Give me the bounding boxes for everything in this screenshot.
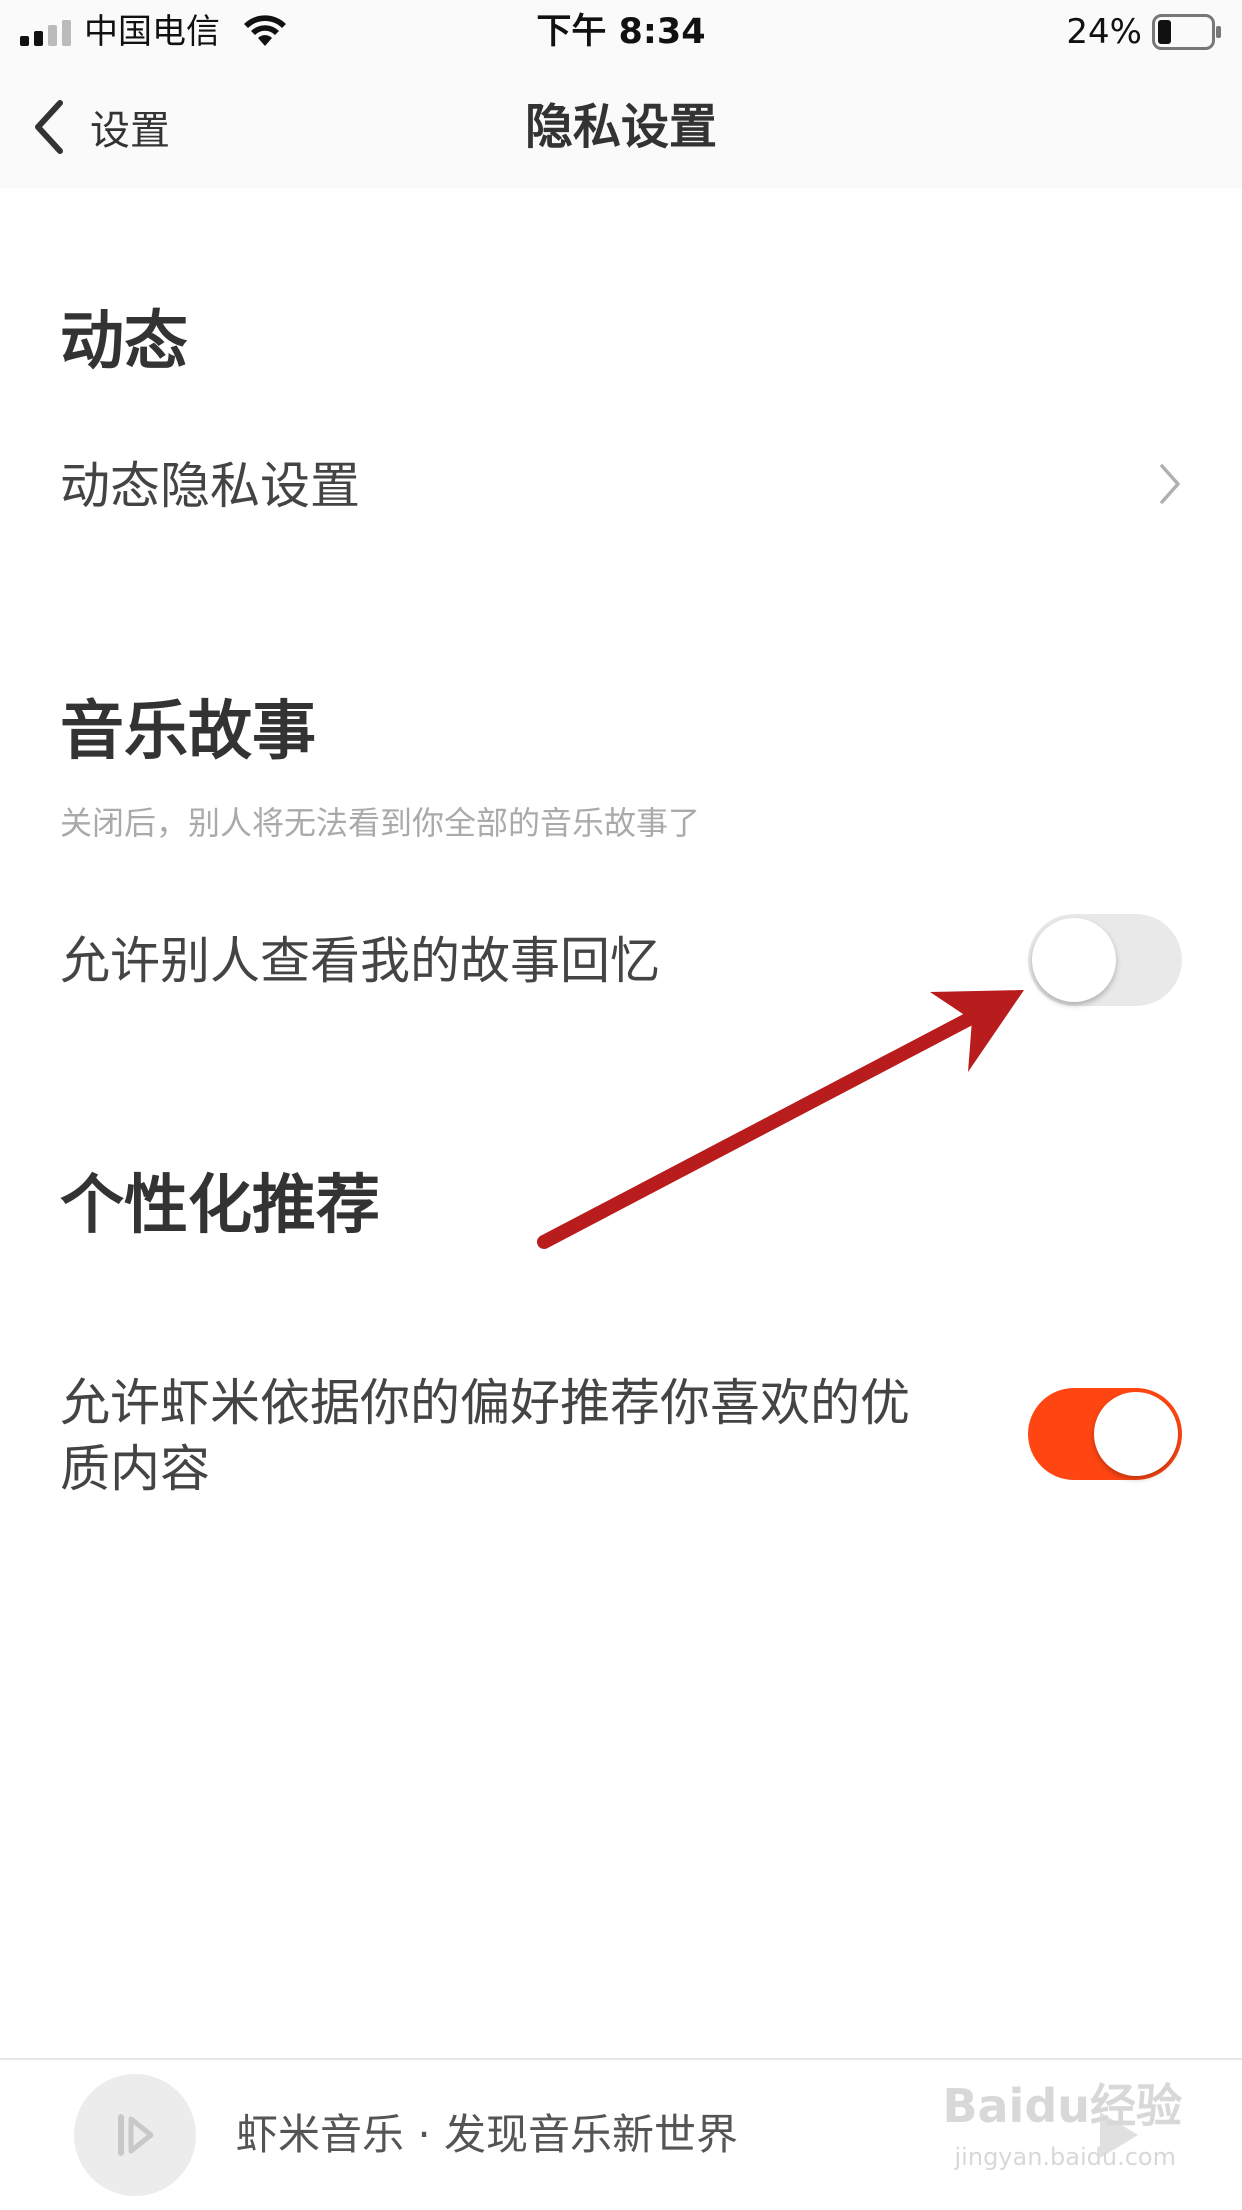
story-memories-toggle-label: 允许别人查看我的故事回忆 [60,932,660,990]
back-label: 设置 [90,108,170,154]
player-slogan: 虾米音乐 · 发现音乐新世界 [236,2110,739,2159]
play-icon[interactable] [1078,2098,1152,2172]
battery-icon [1152,14,1221,50]
chevron-left-icon [35,100,63,154]
status-bar: 中国电信 下午 8:34 24% [0,0,1242,64]
recommend-toggle-label-line2: 质内容 [60,1440,210,1498]
status-time: 下午 8:34 [536,12,706,52]
section-heading-feed: 动态 [60,305,188,379]
mini-player-bar: 虾米音乐 · 发现音乐新世界 [0,2058,1242,2210]
back-button[interactable]: 设置 [30,92,170,162]
recommend-toggle[interactable] [1028,1388,1182,1480]
toggle-knob [1094,1392,1178,1476]
recommend-toggle-label-line1: 允许虾米依据你的偏好推荐你喜欢的优 [60,1374,910,1432]
battery-percent: 24% [1066,12,1142,52]
chevron-right-icon [1160,464,1180,504]
music-logo-icon [118,2114,154,2156]
section-heading-recommend: 个性化推荐 [60,1169,380,1243]
player-cover[interactable] [74,2074,196,2196]
section-heading-music-story: 音乐故事 [60,695,316,769]
feed-privacy-settings-label: 动态隐私设置 [60,457,360,515]
annotation-arrow-icon [537,990,1024,1249]
toggle-knob [1032,918,1116,1002]
music-story-hint: 关闭后，别人将无法看到你全部的音乐故事了 [60,804,701,842]
navigation-bar: 设置 隐私设置 [0,64,1242,188]
page-title: 隐私设置 [524,99,717,155]
story-memories-toggle[interactable] [1028,914,1182,1006]
